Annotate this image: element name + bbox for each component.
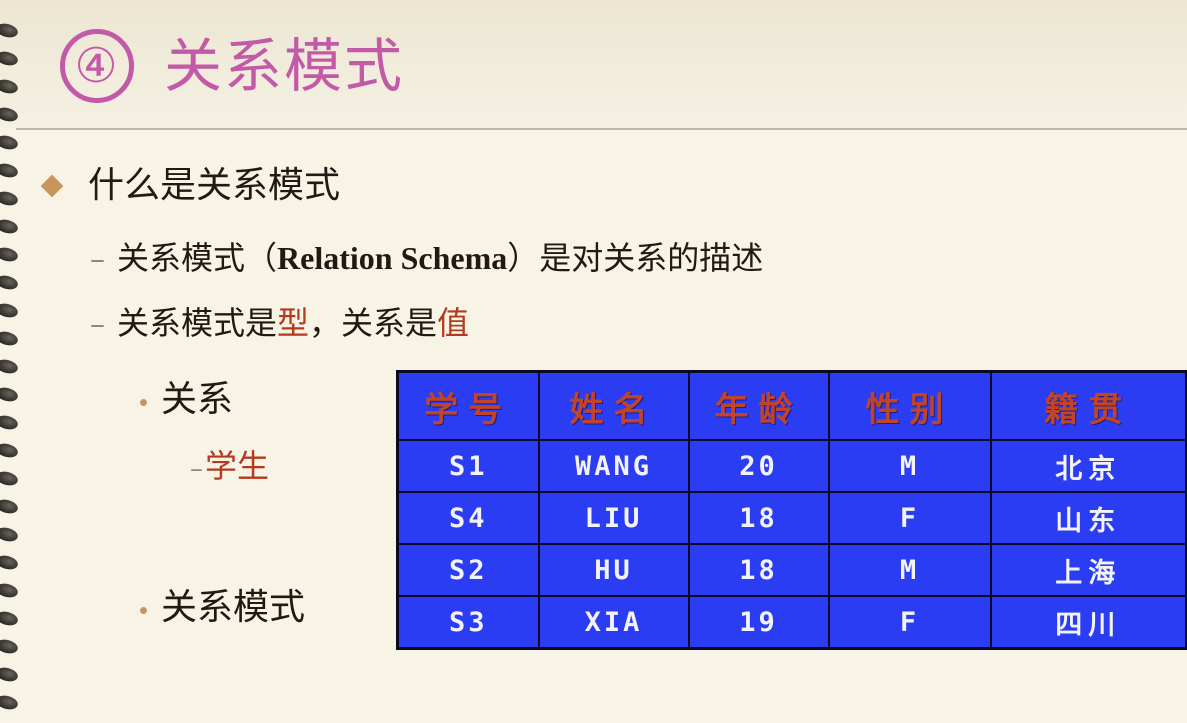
table-cell: F <box>827 491 992 545</box>
type-value-mid: ，关系是 <box>309 304 438 342</box>
table-row: S1 WANG 20 M 北京 <box>396 439 1187 493</box>
dash-bullet-icon: – <box>90 242 105 277</box>
binding-ring-icon <box>0 385 20 404</box>
table-cell: WANG <box>537 439 690 493</box>
binding-ring-icon <box>0 665 20 684</box>
table-cell: F <box>827 595 992 650</box>
binding-ring-icon <box>0 273 20 292</box>
binding-ring-icon <box>0 217 20 236</box>
binding-ring-icon <box>0 497 20 516</box>
table-cell: 19 <box>687 595 830 650</box>
table-cell: XIA <box>537 595 690 650</box>
table-cell: S3 <box>396 595 540 650</box>
page-title: ④ 关系模式 <box>60 26 404 106</box>
column-header: 年龄 <box>687 370 830 441</box>
dash-bullet-icon: – <box>90 307 105 342</box>
definition-cn-post: ）是对关系的描述 <box>507 239 764 277</box>
table-cell: 北京 <box>989 439 1187 493</box>
table-row: S2 HU 18 M 上海 <box>396 543 1187 597</box>
bullet-what-is-schema: 什么是关系模式 <box>88 165 341 206</box>
dash-bullet-icon: – <box>190 454 203 484</box>
student-relation-table: 学号 姓名 年龄 性别 籍贯 S1 WANG 20 M 北京 S4 LIU 18… <box>396 370 1187 650</box>
table-cell: M <box>827 543 992 597</box>
diamond-bullet-icon <box>40 174 64 198</box>
notebook-binding <box>0 0 24 723</box>
binding-ring-icon <box>0 105 20 124</box>
binding-ring-icon <box>0 525 20 544</box>
table-row: S4 LIU 18 F 山东 <box>396 491 1187 545</box>
dot-bullet-icon <box>140 398 147 406</box>
binding-ring-icon <box>0 469 20 488</box>
title-divider <box>16 128 1187 130</box>
binding-ring-icon <box>0 189 20 208</box>
binding-ring-icon <box>0 161 20 180</box>
binding-ring-icon <box>0 637 20 656</box>
title-number: ④ <box>60 28 134 103</box>
sub-bullet-definition: – 关系模式（Relation Schema）是对关系的描述 <box>90 242 763 275</box>
column-header: 学号 <box>396 370 540 441</box>
table-cell: LIU <box>537 491 690 545</box>
type-word: 型 <box>277 304 310 342</box>
bullet-relation: 关系 <box>140 382 233 418</box>
definition-latin: Relation Schema <box>277 240 508 276</box>
table-cell: S4 <box>396 491 540 545</box>
table-cell: HU <box>537 543 690 597</box>
binding-ring-icon <box>0 133 20 152</box>
table-cell: S1 <box>396 439 540 493</box>
column-header: 性别 <box>827 370 992 441</box>
bullet-student-label: 学生 <box>205 447 270 485</box>
table-cell: 18 <box>687 491 830 545</box>
binding-ring-icon <box>0 49 20 68</box>
binding-ring-icon <box>0 441 20 460</box>
binding-ring-icon <box>0 693 20 712</box>
binding-ring-icon <box>0 77 20 96</box>
table-row: S3 XIA 19 F 四川 <box>396 595 1187 650</box>
binding-ring-icon <box>0 609 20 628</box>
bullet-relation-schema-label: 关系模式 <box>161 587 306 628</box>
sub-bullet-type-value: – 关系模式是型，关系是值 <box>90 307 469 340</box>
binding-ring-icon <box>0 553 20 572</box>
definition-cn-pre: 关系模式（ <box>117 239 278 277</box>
table-cell: 四川 <box>989 595 1187 650</box>
table-header-row: 学号 姓名 年龄 性别 籍贯 <box>396 370 1187 441</box>
title-text: 关系模式 <box>164 32 405 100</box>
bullet-student: –学生 <box>190 450 269 482</box>
column-header: 籍贯 <box>989 370 1187 441</box>
table-cell: 20 <box>687 439 830 493</box>
binding-ring-icon <box>0 329 20 348</box>
binding-ring-icon <box>0 245 20 264</box>
type-value-pre: 关系模式是 <box>117 304 278 342</box>
binding-ring-icon <box>0 581 20 600</box>
table-cell: 18 <box>687 543 830 597</box>
bullet-relation-schema: 关系模式 <box>140 590 305 626</box>
binding-ring-icon <box>0 301 20 320</box>
table-cell: M <box>827 439 992 493</box>
column-header: 姓名 <box>537 370 690 441</box>
binding-ring-icon <box>0 413 20 432</box>
table-cell: 上海 <box>989 543 1187 597</box>
dot-bullet-icon <box>140 606 147 614</box>
value-word: 值 <box>437 304 470 342</box>
binding-ring-icon <box>0 21 20 40</box>
table-cell: 山东 <box>989 491 1187 545</box>
binding-ring-icon <box>0 357 20 376</box>
table-cell: S2 <box>396 543 540 597</box>
bullet-relation-label: 关系 <box>161 379 234 420</box>
